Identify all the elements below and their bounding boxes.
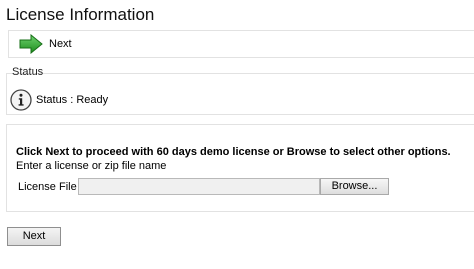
arrow-right-icon (19, 34, 43, 54)
license-hint: Enter a license or zip file name (16, 160, 167, 172)
status-row: Status : Ready (10, 89, 108, 111)
toolbar-next-button[interactable]: Next (19, 33, 72, 55)
toolbar-next-label: Next (49, 38, 72, 50)
license-instruction: Click Next to proceed with 60 days demo … (16, 146, 451, 158)
info-icon (10, 89, 32, 111)
license-page: License Information Next Status Status:… (0, 0, 474, 269)
license-file-label: License File (18, 181, 77, 193)
next-button[interactable]: Next (7, 227, 61, 246)
status-text: Status : Ready (36, 94, 109, 106)
status-legend: Status (12, 66, 44, 78)
browse-button[interactable]: Browse... (320, 178, 389, 195)
license-file-input[interactable] (78, 178, 320, 195)
toolbar: Next (8, 30, 474, 58)
page-title: License Information (6, 5, 155, 24)
